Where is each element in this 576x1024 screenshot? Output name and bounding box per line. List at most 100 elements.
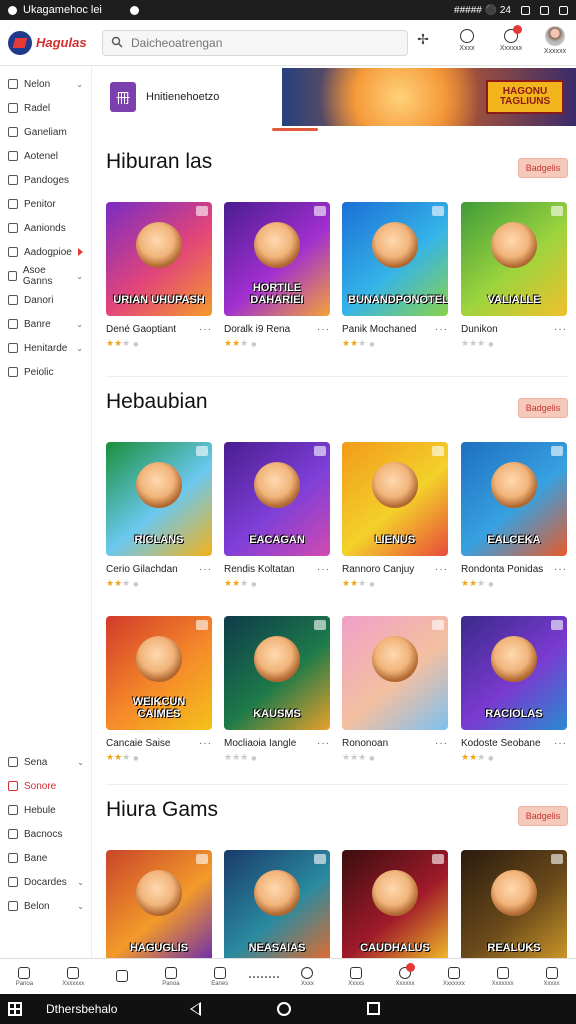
more-options-icon[interactable]: ··· — [317, 324, 330, 335]
promo-banner[interactable]: Hnitienehoetzo HAGONU TAGLIUNS — [92, 68, 576, 126]
game-thumbnail[interactable]: BUNANDPONOTEL — [342, 202, 448, 316]
game-card[interactable]: Rononoan ··· ★★★ ● — [342, 616, 450, 763]
game-card[interactable]: CAUDHALUS — [342, 850, 450, 958]
sidebar-item-9[interactable]: Danori — [0, 288, 91, 312]
apps-grid-icon[interactable] — [8, 1002, 22, 1016]
more-options-icon[interactable]: ··· — [554, 324, 567, 335]
game-thumbnail[interactable]: NEASAIAS — [224, 850, 330, 958]
game-card[interactable]: HORTILE DAHARIEI Doralk i9 Rena ··· ★★★ ● — [224, 202, 332, 349]
bottom-nav-item[interactable]: Eanes — [200, 966, 240, 987]
game-card[interactable]: WEIKCUN CAIMES Cancaie Saise ··· ★★★ ● — [106, 616, 214, 763]
game-thumbnail[interactable]: EALCEKA — [461, 442, 567, 556]
notifications-button[interactable]: Xxxxxx — [496, 25, 526, 52]
game-card[interactable]: LIENUS Rannoro Canjuy ··· ★★★ ● — [342, 442, 450, 589]
chevron-down-icon[interactable]: ⌄ — [76, 272, 83, 281]
more-options-icon[interactable]: ··· — [317, 564, 330, 575]
bottom-nav-item[interactable]: Xxxxxxx — [483, 966, 523, 987]
more-options-icon[interactable]: ··· — [199, 324, 212, 335]
bottom-nav-item[interactable]: Xxxxxx — [385, 962, 425, 987]
sidebar-item-b5[interactable]: Docardes ⌄ — [0, 870, 92, 894]
banner-slider-indicator[interactable] — [272, 128, 318, 131]
see-more-button[interactable]: Badgelis — [518, 398, 568, 418]
sidebar-item-b0[interactable]: Sena ⌄ — [0, 750, 92, 774]
game-card[interactable]: RACIOLAS Kodoste Seobane ··· ★★★ ● — [461, 616, 569, 763]
game-card[interactable]: NEASAIAS — [224, 850, 332, 958]
game-card[interactable]: HAGUGLIS — [106, 850, 214, 958]
bottom-nav-item[interactable]: Panoa — [4, 966, 44, 987]
sidebar-item-2[interactable]: Ganeliam — [0, 120, 91, 144]
sidebar-item-1[interactable]: Radel — [0, 96, 91, 120]
sidebar-item-b6[interactable]: Belon ⌄ — [0, 894, 92, 918]
sidebar-item-6[interactable]: Aanionds — [0, 216, 91, 240]
game-thumbnail[interactable]: RACIOLAS — [461, 616, 567, 730]
chevron-down-icon[interactable]: ⌄ — [77, 758, 84, 767]
chevron-down-icon[interactable]: ⌄ — [76, 344, 83, 353]
game-title: Cerio Gilachdan — [106, 564, 178, 575]
game-thumbnail[interactable]: WEIKCUN CAIMES — [106, 616, 212, 730]
game-thumbnail[interactable]: HAGUGLIS — [106, 850, 212, 958]
more-options-icon[interactable]: ··· — [554, 564, 567, 575]
more-options-icon[interactable]: ··· — [199, 738, 212, 749]
bottom-nav-item[interactable]: Xxxxxxx — [434, 966, 474, 987]
sidebar-item-5[interactable]: Penitor — [0, 192, 91, 216]
sidebar-item-3[interactable]: Aotenel — [0, 144, 91, 168]
sidebar-item-8[interactable]: Asoe Ganns ⌄ — [0, 264, 91, 288]
bottom-nav-item[interactable]: Xxxxx — [532, 966, 572, 987]
game-thumbnail[interactable]: CAUDHALUS — [342, 850, 448, 958]
bottom-nav-item[interactable]: Xxxx — [287, 966, 327, 987]
sidebar-item-12[interactable]: Peiolic — [0, 360, 91, 384]
star-burst-button[interactable]: ✢ — [408, 32, 438, 50]
more-options-icon[interactable]: ··· — [435, 564, 448, 575]
game-thumbnail[interactable]: EACAGAN — [224, 442, 330, 556]
bottom-nav-item[interactable] — [102, 969, 142, 984]
more-options-icon[interactable]: ··· — [435, 738, 448, 749]
chevron-down-icon[interactable]: ⌄ — [76, 80, 83, 89]
game-card[interactable]: BUNANDPONOTEL Panik Mochaned ··· ★★★ ● — [342, 202, 450, 349]
more-options-icon[interactable]: ··· — [435, 324, 448, 335]
search-input[interactable] — [131, 36, 391, 50]
game-thumbnail[interactable]: VALIALLE — [461, 202, 567, 316]
game-card[interactable]: EALCEKA Rondonta Ponidas ··· ★★★ ● — [461, 442, 569, 589]
back-icon[interactable] — [190, 1002, 201, 1016]
sidebar-item-0[interactable]: Nelon ⌄ — [0, 72, 91, 96]
game-card[interactable]: URIAN UHUPASH Dené Gaoptiant ··· ★★★ ● — [106, 202, 214, 349]
game-card[interactable]: EACAGAN Rendis Koltatan ··· ★★★ ● — [224, 442, 332, 589]
chevron-down-icon[interactable]: ⌄ — [77, 902, 84, 911]
recents-icon[interactable] — [367, 1002, 380, 1015]
sidebar-item-11[interactable]: Henitarde ⌄ — [0, 336, 91, 360]
star-icon: ★ — [232, 579, 241, 589]
game-card[interactable]: KAUSMS Mocliaoia Iangle ··· ★★★ ● — [224, 616, 332, 763]
home-button-icon[interactable] — [277, 1002, 291, 1016]
game-thumbnail[interactable] — [342, 616, 448, 730]
bottom-nav-item[interactable]: Panoa — [151, 966, 191, 987]
more-options-icon[interactable]: ··· — [317, 738, 330, 749]
profile-button[interactable]: Xxxxxx — [540, 26, 570, 55]
chevron-down-icon[interactable]: ⌄ — [76, 320, 83, 329]
game-card[interactable]: VALIALLE Dunikon ··· ★★★ ● — [461, 202, 569, 349]
sidebar-item-b2[interactable]: Hebule — [0, 798, 92, 822]
sidebar-item-4[interactable]: Pandoges — [0, 168, 91, 192]
game-thumbnail[interactable]: URIAN UHUPASH — [106, 202, 212, 316]
game-card[interactable]: RICLANS Cerio Gilachdan ··· ★★★ ● — [106, 442, 214, 589]
more-options-icon[interactable]: ··· — [199, 564, 212, 575]
sidebar-item-b4[interactable]: Bane — [0, 846, 92, 870]
chevron-down-icon[interactable]: ⌄ — [77, 878, 84, 887]
see-more-button[interactable]: Badgelis — [518, 806, 568, 826]
more-options-icon[interactable]: ··· — [554, 738, 567, 749]
game-thumbnail[interactable]: REALUKS — [461, 850, 567, 958]
game-thumbnail[interactable]: LIENUS — [342, 442, 448, 556]
sidebar-item-b1[interactable]: Sonore — [0, 774, 92, 798]
bottom-nav-item[interactable]: Xxxxs — [336, 966, 376, 987]
game-thumbnail[interactable]: HORTILE DAHARIEI — [224, 202, 330, 316]
game-thumbnail[interactable]: KAUSMS — [224, 616, 330, 730]
sync-button[interactable]: Xxxx — [452, 29, 482, 52]
see-more-button[interactable]: Badgelis — [518, 158, 568, 178]
bottom-nav-item[interactable]: Xxxxxxx — [53, 966, 93, 987]
sidebar-item-b3[interactable]: Bacnocs — [0, 822, 92, 846]
sidebar-item-7[interactable]: Aadogpioe — [0, 240, 91, 264]
sidebar-item-10[interactable]: Banre ⌄ — [0, 312, 91, 336]
search-bar[interactable] — [102, 30, 408, 56]
game-thumbnail[interactable]: RICLANS — [106, 442, 212, 556]
app-logo[interactable]: Hagulas — [0, 30, 100, 55]
game-card[interactable]: REALUKS — [461, 850, 569, 958]
